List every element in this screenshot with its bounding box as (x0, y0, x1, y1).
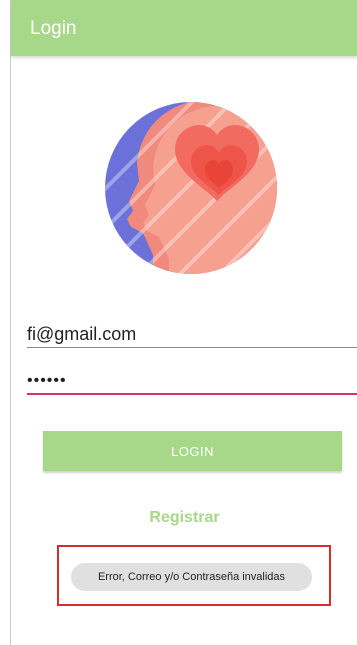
error-toast: Error, Correo y/o Contraseña invalidas (71, 563, 312, 591)
app-bar-title: Login (30, 18, 77, 39)
head-heart-icon (105, 102, 277, 274)
register-link[interactable]: Registrar (11, 509, 357, 527)
login-button[interactable]: LOGIN (43, 431, 342, 471)
email-field[interactable] (27, 321, 357, 348)
password-field[interactable] (27, 368, 357, 395)
app-screen: Login LOGIN Registrar Error, Correo y/o … (10, 0, 357, 645)
app-bar: Login (11, 0, 357, 56)
